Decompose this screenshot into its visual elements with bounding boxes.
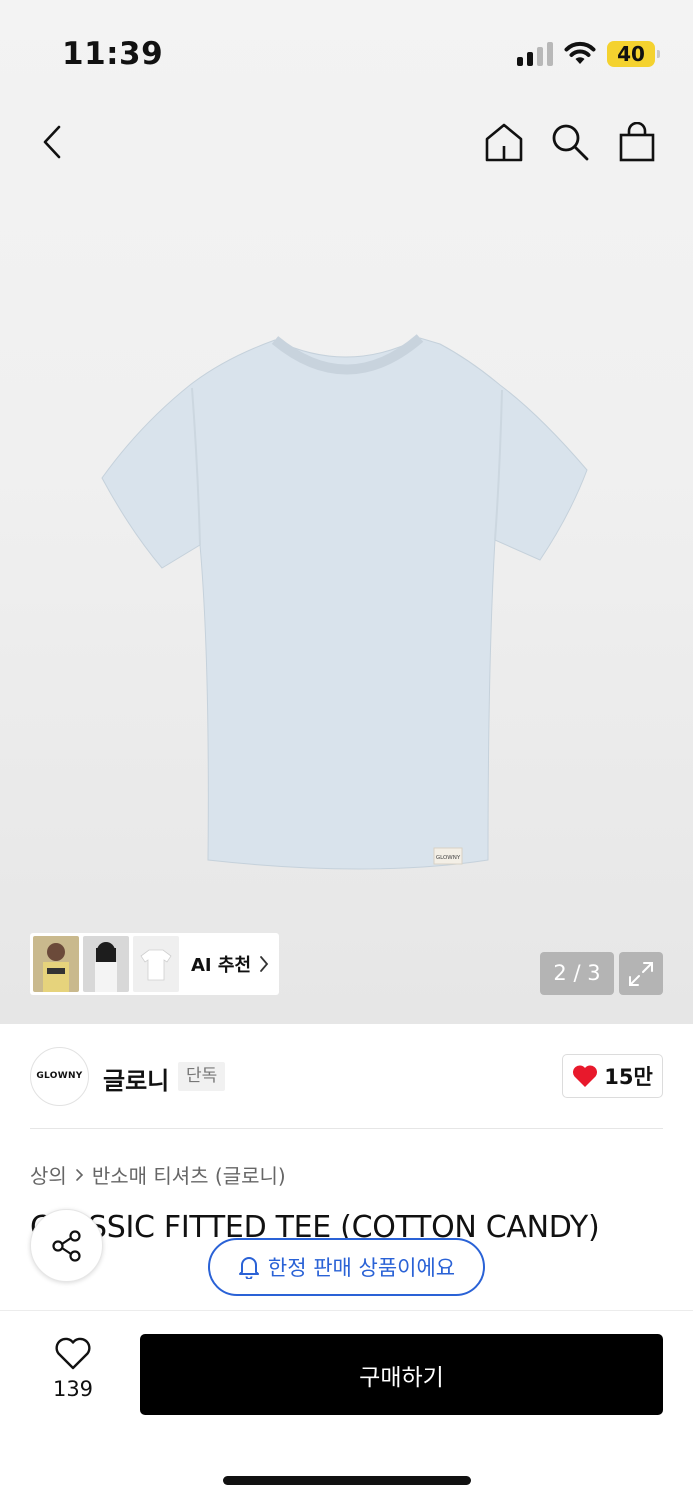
shopping-bag-icon bbox=[619, 122, 655, 162]
expand-icon bbox=[629, 961, 653, 986]
breadcrumb-subcategory[interactable]: 반소매 티셔츠 (글로니) bbox=[92, 1160, 286, 1189]
exclusive-badge: 단독 bbox=[178, 1062, 226, 1091]
share-icon bbox=[51, 1229, 81, 1262]
home-indicator bbox=[223, 1476, 471, 1485]
brand-row: GLOWNY 글로니 단독 15만 bbox=[30, 1046, 663, 1108]
home-icon bbox=[485, 123, 523, 162]
limited-sale-text: 한정 판매 상품이에요 bbox=[267, 1256, 456, 1280]
buy-button[interactable]: 구매하기 bbox=[140, 1334, 663, 1415]
status-bar: 11:39 40 bbox=[0, 0, 693, 100]
search-icon bbox=[552, 124, 589, 161]
breadcrumb-category[interactable]: 상의 bbox=[30, 1160, 67, 1189]
heart-outline-icon bbox=[55, 1337, 91, 1370]
limited-sale-notice: 한정 판매 상품이에요 bbox=[208, 1238, 485, 1296]
bottom-action-bar: 139 구매하기 bbox=[0, 1310, 693, 1500]
chevron-left-icon bbox=[43, 125, 61, 159]
wishlist-count: 139 bbox=[52, 1377, 94, 1401]
product-label: GLOWNY bbox=[436, 855, 461, 861]
ai-thumb-2 bbox=[83, 936, 129, 992]
top-nav bbox=[0, 110, 693, 174]
chevron-right-icon bbox=[260, 956, 269, 972]
bell-icon bbox=[238, 1257, 259, 1279]
brand-like-button[interactable]: 15만 bbox=[562, 1054, 663, 1098]
cart-button[interactable] bbox=[613, 118, 661, 166]
share-button[interactable] bbox=[30, 1209, 103, 1282]
ai-recommend-card[interactable]: AI 추천 bbox=[30, 933, 279, 995]
cellular-signal-icon bbox=[517, 42, 553, 66]
heart-filled-icon bbox=[573, 1065, 598, 1087]
brand-name[interactable]: 글로니 bbox=[103, 1061, 169, 1096]
brand-like-count: 15만 bbox=[604, 1065, 653, 1089]
home-button[interactable] bbox=[480, 118, 528, 166]
divider bbox=[30, 1128, 663, 1129]
ai-thumb-1 bbox=[33, 936, 79, 992]
chevron-right-icon bbox=[76, 1168, 83, 1181]
ai-thumb-3 bbox=[133, 936, 179, 992]
wishlist-button[interactable]: 139 bbox=[36, 1337, 110, 1401]
expand-image-button[interactable] bbox=[619, 952, 663, 995]
product-image: GLOWNY bbox=[101, 334, 588, 870]
wifi-icon bbox=[564, 41, 596, 64]
brand-logo[interactable]: GLOWNY bbox=[30, 1047, 89, 1106]
battery-indicator: 40 bbox=[607, 41, 660, 67]
status-time: 11:39 bbox=[62, 36, 164, 72]
back-button[interactable] bbox=[28, 118, 76, 166]
breadcrumb: 상의 반소매 티셔츠 (글로니) bbox=[30, 1160, 286, 1189]
search-button[interactable] bbox=[546, 118, 594, 166]
ai-recommend-label: AI 추천 bbox=[191, 955, 252, 976]
image-page-indicator: 2 / 3 bbox=[540, 952, 614, 995]
